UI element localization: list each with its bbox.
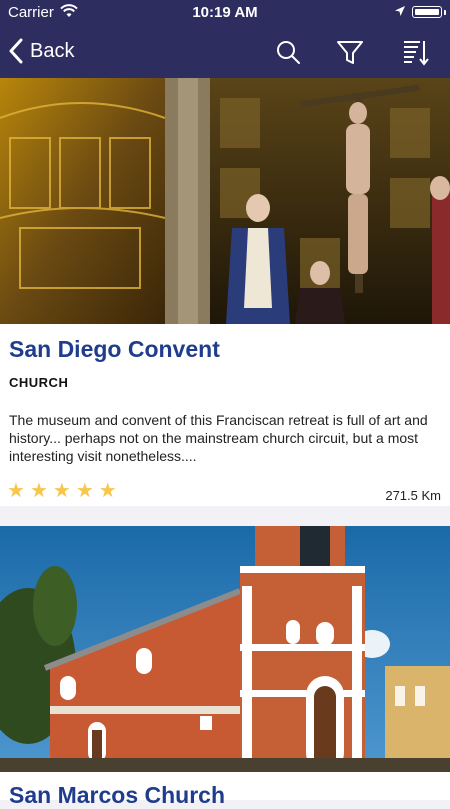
- place-photo: [0, 78, 450, 324]
- battery-icon: [412, 6, 442, 18]
- star-rating: ★ ★ ★ ★ ★: [7, 481, 117, 501]
- place-photo: [0, 526, 450, 772]
- top-bar: Carrier 10:19 AM Back: [0, 0, 450, 78]
- star-icon: ★: [52, 480, 71, 502]
- back-label: Back: [30, 39, 75, 62]
- status-time: 10:19 AM: [192, 4, 258, 21]
- place-card[interactable]: San Marcos Church: [0, 526, 450, 808]
- chevron-left-icon: [9, 38, 23, 64]
- navigation-bar: Back: [0, 26, 450, 78]
- place-title[interactable]: San Marcos Church: [9, 782, 225, 809]
- filter-button[interactable]: [336, 38, 364, 66]
- place-distance: 271.5 Km: [385, 488, 441, 503]
- location-arrow-icon: [395, 6, 405, 16]
- search-button[interactable]: [274, 38, 302, 66]
- sort-icon: [404, 41, 429, 66]
- place-description: The museum and convent of this Francisca…: [9, 412, 428, 464]
- star-icon: ★: [98, 480, 117, 502]
- altar-photo: [0, 78, 450, 324]
- church-photo: [0, 526, 450, 772]
- sort-button[interactable]: [402, 38, 430, 66]
- filter-icon: [337, 41, 363, 64]
- search-icon: [277, 41, 300, 64]
- place-category: CHURCH: [9, 375, 69, 390]
- back-button[interactable]: Back: [8, 38, 74, 64]
- status-bar: Carrier 10:19 AM: [0, 0, 450, 26]
- star-icon: ★: [29, 480, 48, 502]
- place-card[interactable]: San Diego Convent CHURCH The museum and …: [0, 78, 450, 506]
- star-icon: ★: [7, 480, 25, 502]
- battery-tip: [444, 10, 446, 15]
- place-title[interactable]: San Diego Convent: [9, 336, 220, 363]
- star-icon: ★: [75, 480, 94, 502]
